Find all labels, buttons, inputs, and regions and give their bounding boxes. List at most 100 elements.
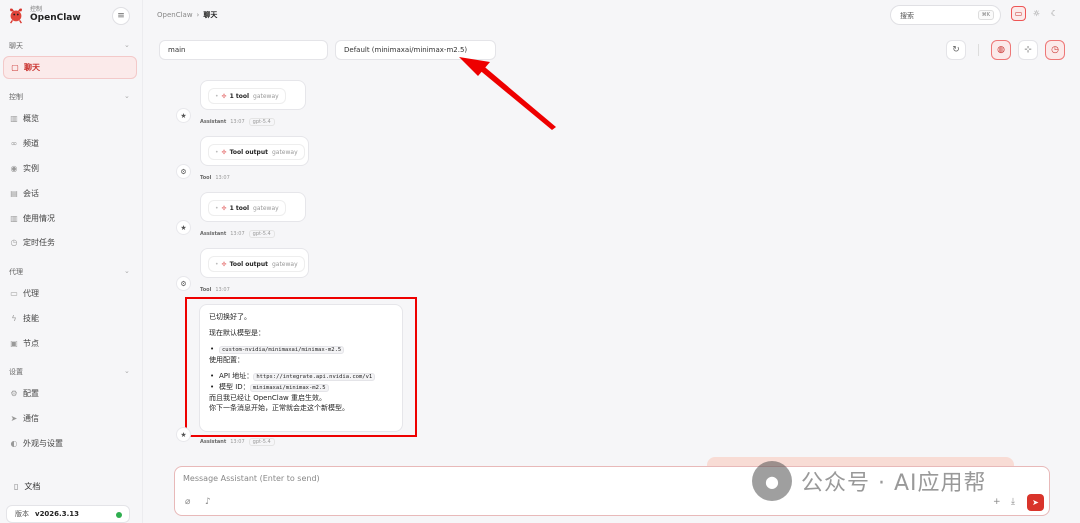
annotation-arrow-icon [459,57,556,130]
sidebar-item-label: 代理 [23,288,39,298]
refresh-icon: ↻ [952,45,960,55]
tool-chip-label: Tool output [229,148,268,156]
star-icon: ★ [180,223,187,232]
lobster-logo-icon [10,8,22,24]
focus-button[interactable]: ⊹ [1018,40,1038,60]
bar-chart-icon: ▥ [10,113,18,123]
gear-icon: ⚙ [180,167,187,176]
download-icon[interactable]: ⤓ [1011,497,1015,507]
annotation-highlight-box [185,297,417,437]
docs-link[interactable]: ▯ 文档 [14,481,40,492]
sun-icon[interactable]: ☼ [1029,6,1044,21]
send-button[interactable]: ➤ [1027,494,1044,511]
message-role: Assistant [200,231,227,237]
link-icon: ∞ [10,138,18,148]
history-button[interactable]: ◷ [1045,40,1065,60]
section-title-chat: 聊天 [9,42,23,50]
bullet-icon: • [215,260,219,268]
brand-subtitle: 控制 [30,6,43,13]
chevron-down-icon[interactable]: ⌄ [124,267,130,275]
sidebar-item-agents[interactable]: ▭ 代理 [9,285,136,301]
message-time: 13:07 [230,439,245,445]
assistant-avatar: ★ [176,108,191,123]
tool-chip-label: Tool output [229,260,268,268]
assistant-avatar: ★ [176,427,191,442]
clock-icon: ◷ [1051,45,1059,55]
bullet-icon: • [215,148,219,156]
bar-chart-icon: ▥ [10,213,18,223]
tool-call-bubble: • ✢ 1 tool gateway [200,80,306,110]
book-icon: ▯ [14,482,19,491]
radio-icon: ◉ [10,163,18,173]
shortcut-badge: ⌘K [977,10,994,20]
search-input[interactable]: 搜索 ⌘K [890,5,1001,25]
message-meta: Tool 13:07 [200,175,230,181]
microphone-icon[interactable]: ♪ [205,497,211,507]
sidebar-item-skills[interactable]: ϟ 技能 [9,310,136,326]
sidebar-toggle-button[interactable]: ≡ [112,7,130,25]
sidebar-item-overview[interactable]: ▥ 概览 [9,110,136,126]
tool-chip-source: gateway [271,148,298,156]
sidebar-item-appearance[interactable]: ◐ 外观与设置 [9,435,136,451]
tool-avatar: ⚙ [176,276,191,291]
monitor-theme-icon[interactable]: ▭ [1011,6,1026,21]
tool-output-bubble: • ✢ Tool output gateway [200,136,309,166]
version-value: v2026.3.13 [35,510,79,518]
thinking-toggle-button[interactable]: ◍ [991,40,1011,60]
sidebar-item-label: 使用情况 [23,213,55,223]
moon-icon[interactable]: ☾ [1047,6,1062,21]
message-meta: Tool 13:07 [200,287,230,293]
message-role: Tool [200,175,212,181]
bullet-icon: • [215,204,219,212]
search-placeholder: 搜索 [900,12,914,20]
sparkle-icon: ✢ [221,92,227,100]
status-dot [116,512,122,518]
breadcrumb: OpenClaw › 聊天 [157,10,217,20]
sidebar-item-communication[interactable]: ➤ 通信 [9,410,136,426]
model-tag: gpt-5.4 [248,118,275,126]
section-title-settings: 设置 [9,368,23,376]
clock-icon: ◷ [10,237,18,247]
sidebar-item-channels[interactable]: ∞ 频道 [9,135,136,151]
sidebar-item-label: 定时任务 [23,237,55,247]
sidebar-item-instances[interactable]: ◉ 实例 [9,160,136,176]
version-label: 版本 [15,510,29,518]
message-role: Assistant [200,119,227,125]
tool-chip[interactable]: • ✢ Tool output gateway [208,144,305,160]
sparkle-icon: ✢ [221,148,227,156]
menu-icon: ≡ [117,11,125,21]
chevron-down-icon[interactable]: ⌄ [124,367,130,375]
chevron-down-icon[interactable]: ⌄ [124,41,130,49]
sidebar-item-config[interactable]: ⚙ 配置 [9,385,136,401]
chevron-down-icon[interactable]: ⌄ [124,92,130,100]
bullet-icon: • [215,92,219,100]
folder-icon: ▭ [10,288,18,298]
tool-chip[interactable]: • ✢ 1 tool gateway [208,200,286,216]
sidebar-item-chat[interactable]: ▢ 聊天 [3,56,137,79]
sidebar-item-usage[interactable]: ▥ 使用情况 [9,210,136,226]
section-title-control: 控制 [9,93,23,101]
message-meta: Assistant 13:07 gpt-5.4 [200,438,275,446]
chat-bubble-icon: ▢ [11,63,19,72]
tool-chip[interactable]: • ✢ 1 tool gateway [208,88,286,104]
refresh-button[interactable]: ↻ [946,40,966,60]
message-meta: Assistant 13:07 gpt-5.4 [200,230,275,238]
message-input[interactable] [183,474,703,483]
sidebar-item-label: 实例 [23,163,39,173]
sidebar-item-label: 概览 [23,113,39,123]
session-select[interactable]: main [159,40,328,60]
brand-name: OpenClaw [30,13,81,23]
sidebar-item-sessions[interactable]: ▤ 会话 [9,185,136,201]
paperclip-icon[interactable]: ⌀ [185,497,190,507]
plus-icon[interactable]: + [993,497,1001,507]
breadcrumb-root[interactable]: OpenClaw [157,11,193,19]
message-time: 13:07 [230,119,245,125]
sidebar-item-nodes[interactable]: ▣ 节点 [9,335,136,351]
breadcrumb-current: 聊天 [203,11,218,19]
section-title-agents: 代理 [9,268,23,276]
sidebar-item-cron[interactable]: ◷ 定时任务 [9,234,136,250]
sidebar-item-label: 节点 [23,338,39,348]
tool-chip[interactable]: • ✢ Tool output gateway [208,256,305,272]
model-select[interactable]: Default (minimaxai/minimax-m2.5) [335,40,496,60]
message-role: Tool [200,287,212,293]
